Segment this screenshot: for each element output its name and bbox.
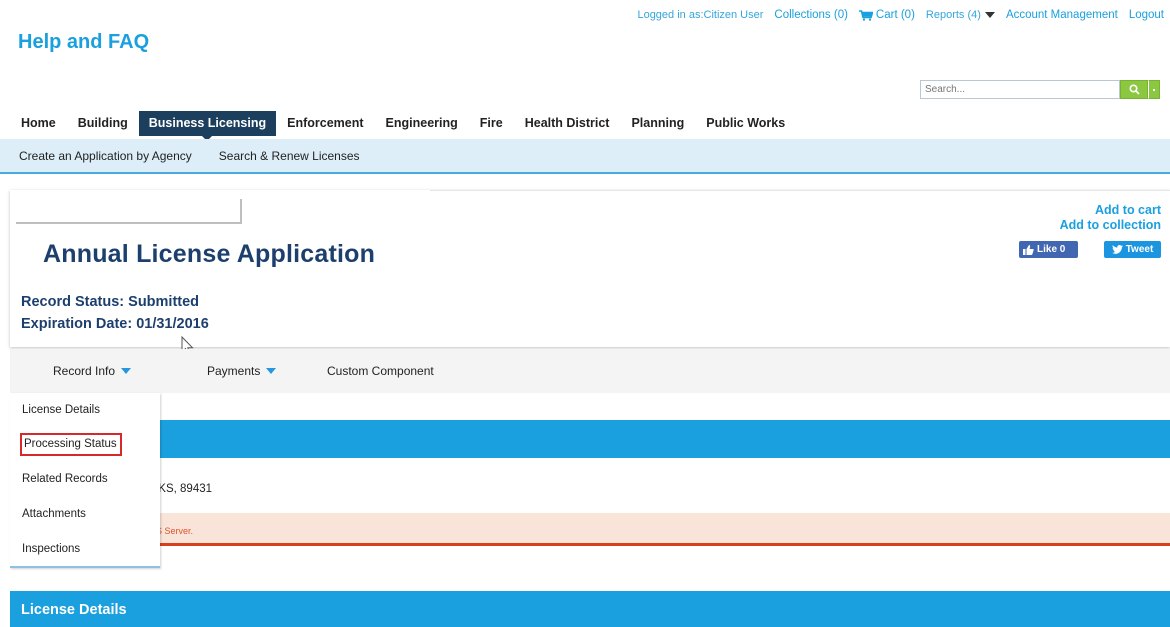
logout-link[interactable]: Logout — [1129, 9, 1164, 21]
user-bar: Logged in as:Citizen User Collections (0… — [626, 9, 1164, 21]
thumbs-up-icon — [1023, 244, 1034, 255]
tab-custom-component[interactable]: Custom Component — [327, 364, 434, 378]
nav-public-works[interactable]: Public Works — [695, 111, 796, 136]
sub-nav: Create an Application by Agency Search &… — [0, 139, 1170, 174]
logged-in-label: Logged in as:Citizen User — [637, 9, 764, 21]
dot-icon — [1153, 88, 1155, 91]
tweet-label: Tweet — [1125, 244, 1154, 255]
record-tab-bar: Record Info Payments Custom Component — [10, 349, 1170, 393]
record-actions: Add to cart Add to collection — [1060, 203, 1161, 233]
tab-record-info-label: Record Info — [53, 364, 116, 378]
search-button[interactable] — [1120, 80, 1148, 99]
nav-planning[interactable]: Planning — [620, 111, 695, 136]
subnav-search-renew[interactable]: Search & Renew Licenses — [219, 149, 360, 163]
add-to-collection-link[interactable]: Add to collection — [1060, 218, 1161, 233]
cart-label: Cart (0) — [875, 9, 915, 21]
menu-item-related-records[interactable]: Related Records — [22, 473, 108, 485]
add-to-cart-link[interactable]: Add to cart — [1060, 203, 1161, 218]
collections-link[interactable]: Collections (0) — [774, 9, 848, 21]
tab-payments[interactable]: Payments — [207, 364, 277, 378]
nav-business-licensing[interactable]: Business Licensing — [138, 111, 277, 141]
account-management-link[interactable]: Account Management — [1006, 9, 1118, 21]
subnav-create-application[interactable]: Create an Application by Agency — [19, 149, 192, 163]
license-details-heading: License Details — [21, 602, 127, 618]
tab-payments-label: Payments — [207, 364, 261, 378]
nav-fire[interactable]: Fire — [469, 111, 514, 136]
social-buttons: Like 0 Tweet — [1019, 241, 1161, 258]
gis-error-text: S Server. — [156, 526, 194, 536]
cart-icon — [858, 9, 873, 21]
menu-item-attachments[interactable]: Attachments — [22, 508, 86, 520]
chevron-down-icon — [121, 368, 132, 374]
section-header-bar — [10, 420, 1170, 458]
menu-item-license-details[interactable]: License Details — [22, 404, 100, 416]
tab-record-info[interactable]: Record Info — [53, 364, 132, 378]
search-box — [920, 80, 1160, 99]
license-details-section-bar — [10, 591, 1170, 627]
search-options-button[interactable] — [1148, 80, 1160, 99]
caret-down-icon — [984, 12, 995, 18]
nav-home[interactable]: Home — [10, 111, 67, 136]
record-status: Record Status: Submitted — [21, 294, 200, 310]
search-icon — [1128, 84, 1140, 95]
search-input[interactable] — [920, 80, 1120, 99]
record-tab-stub — [16, 199, 242, 224]
record-title: Annual License Application — [43, 240, 376, 268]
menu-item-inspections[interactable]: Inspections — [22, 543, 80, 555]
cart-link[interactable]: Cart (0) — [858, 9, 915, 21]
tab-custom-component-label: Custom Component — [327, 364, 434, 378]
nav-health-district[interactable]: Health District — [514, 111, 621, 136]
like-label: Like 0 — [1037, 244, 1066, 255]
chevron-down-icon — [266, 368, 277, 374]
main-nav: Home Building Business Licensing Enforce… — [10, 111, 796, 141]
reports-menu[interactable]: Reports (4) — [926, 9, 995, 21]
nav-engineering[interactable]: Engineering — [375, 111, 469, 136]
twitter-bird-icon — [1111, 245, 1123, 254]
tweet-button[interactable]: Tweet — [1104, 241, 1161, 258]
facebook-like-button[interactable]: Like 0 — [1019, 241, 1078, 258]
expiration-date: Expiration Date: 01/31/2016 — [21, 316, 209, 332]
menu-item-processing-status[interactable]: Processing Status — [20, 433, 122, 456]
nav-enforcement[interactable]: Enforcement — [276, 111, 374, 136]
nav-building[interactable]: Building — [67, 111, 139, 136]
divider — [430, 190, 1170, 191]
record-info-dropdown: License Details Processing Status Relate… — [10, 393, 160, 568]
reports-label: Reports (4) — [925, 9, 981, 21]
help-faq-link[interactable]: Help and FAQ — [18, 31, 149, 54]
